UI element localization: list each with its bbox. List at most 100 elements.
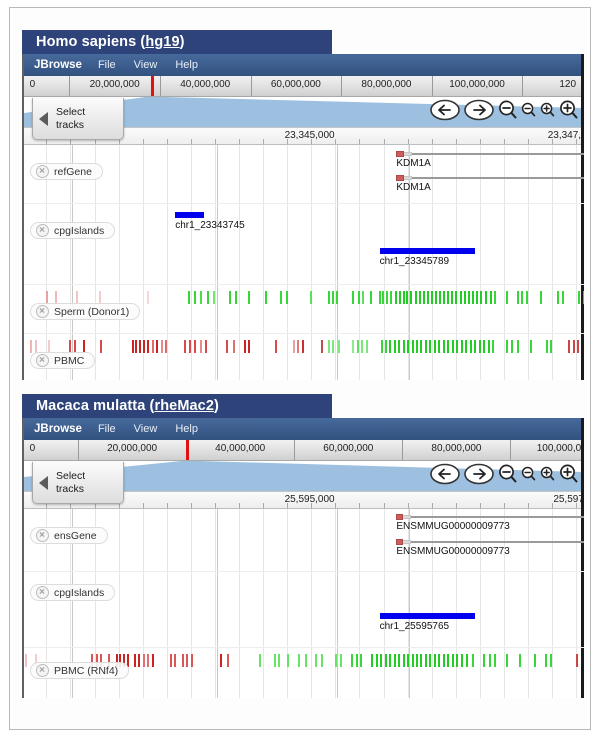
methylation-tick [186, 654, 189, 667]
select-tracks-tab-macaque[interactable]: Select tracks [32, 462, 124, 504]
local-ruler-tick [552, 503, 554, 508]
methylation-tick [456, 654, 459, 667]
gene-feature[interactable] [396, 175, 584, 181]
local-ruler-tick [190, 503, 192, 508]
cpg-island-feature[interactable] [379, 248, 475, 254]
methylation-tick [389, 654, 392, 667]
track-pbmc[interactable]: PBMC [24, 333, 584, 380]
zoom-out-small-icon[interactable] [521, 463, 536, 485]
methylation-tick [337, 340, 340, 353]
genome-overview-ruler-human[interactable]: 0 20,000,000 40,000,000 60,000,000 80,000,00… [24, 76, 584, 97]
close-icon[interactable] [36, 664, 49, 677]
local-ruler-tick [166, 503, 168, 508]
menu-item-file[interactable]: File [98, 59, 116, 71]
zoom-in-small-icon[interactable] [540, 463, 555, 485]
local-ruler-tick [142, 503, 144, 508]
methylation-tick [442, 654, 445, 667]
methylation-tick [578, 291, 581, 304]
jbrowse-logo: JBrowse [34, 423, 82, 435]
select-tracks-line2: tracks [56, 482, 85, 495]
methylation-tick [228, 291, 231, 304]
methylation-tick [100, 340, 103, 353]
zoom-in-large-icon[interactable] [559, 99, 578, 121]
track-label-refgene[interactable]: refGene [30, 163, 103, 180]
close-icon[interactable] [36, 586, 49, 599]
menu-item-file[interactable]: File [98, 423, 116, 435]
track-sperm-donor1[interactable]: Sperm (Donor1) [24, 284, 584, 333]
pan-left-icon[interactable] [430, 99, 460, 121]
methylation-tick [135, 340, 138, 353]
methylation-tick [357, 291, 360, 304]
methylation-tick [505, 654, 508, 667]
zoom-in-small-icon[interactable] [540, 99, 555, 121]
select-tracks-tab-human[interactable]: Select tracks [32, 98, 124, 140]
track-refgene[interactable]: refGene KDM1A KDM1A [24, 145, 584, 203]
gene-feature[interactable] [396, 514, 584, 520]
methylation-tick [416, 654, 418, 667]
methylation-tick [352, 340, 355, 353]
pan-right-icon[interactable] [464, 463, 494, 485]
track-pbmc-rnf4[interactable]: PBMC (RNf4) [24, 647, 584, 698]
close-icon[interactable] [36, 354, 49, 367]
local-ruler-tick [455, 139, 457, 144]
methylation-tick [370, 291, 373, 304]
local-ruler-tick [407, 139, 409, 144]
methylation-tick [259, 654, 262, 667]
panel-title-paren: ) [179, 34, 185, 50]
genome-overview-ruler-macaque[interactable]: 0 20,000,000 40,000,000 60,000,000 80,000,00… [24, 440, 584, 461]
methylation-tick [336, 291, 339, 304]
gene-feature[interactable] [396, 539, 584, 545]
close-icon[interactable] [36, 165, 49, 178]
methylation-tick [188, 340, 191, 353]
track-label-pbmc-rnf4[interactable]: PBMC (RNf4) [30, 662, 130, 679]
collapse-arrow-icon[interactable] [39, 475, 48, 490]
menu-item-view[interactable]: View [134, 423, 158, 435]
track-label-sperm-donor1[interactable]: Sperm (Donor1) [30, 303, 141, 320]
track-label-cpgislands[interactable]: cpgIslands [30, 222, 116, 239]
methylation-tick [360, 654, 362, 667]
local-ruler-tick [239, 503, 241, 508]
overview-tick [341, 76, 343, 96]
track-cpgislands[interactable]: cpgIslands chr1_23343745 chr1_23345789 [24, 203, 584, 284]
zoom-in-large-icon[interactable] [559, 463, 578, 485]
cpg-island-feature[interactable] [175, 212, 205, 218]
methylation-tick [476, 291, 479, 304]
pan-left-icon[interactable] [430, 463, 460, 485]
methylation-tick [424, 654, 427, 667]
jbrowse-browser-macaque: JBrowse File View Help 0 20,000,000 40,000… [22, 418, 584, 698]
zoom-out-large-icon[interactable] [498, 463, 517, 485]
methylation-tick [199, 340, 202, 353]
methylation-tick [416, 340, 418, 353]
track-name-text: cpgIslands [54, 586, 105, 599]
track-ensgene[interactable]: ensGene ENSMMUG00000009773 ENSMMUG000000… [24, 509, 584, 571]
track-container-human: refGene KDM1A KDM1A cpgIslands chr1_2334… [24, 145, 584, 380]
methylation-tick [142, 654, 145, 667]
zoom-out-large-icon[interactable] [498, 99, 517, 121]
gene-feature[interactable] [396, 151, 584, 157]
methylation-tick [264, 291, 267, 304]
close-icon[interactable] [36, 529, 49, 542]
track-label-cpgislands[interactable]: cpgIslands [30, 584, 116, 601]
methylation-tick [315, 654, 318, 667]
local-ruler-tick [528, 503, 529, 508]
overview-tick-label: 40,000,000 [180, 79, 231, 90]
close-icon[interactable] [36, 224, 49, 237]
close-icon[interactable] [36, 305, 49, 318]
methylation-tick [355, 654, 358, 667]
local-ruler-tick [287, 503, 289, 508]
zoom-out-small-icon[interactable] [521, 99, 536, 121]
methylation-tick [483, 654, 486, 667]
menu-item-view[interactable]: View [134, 59, 158, 71]
track-label-pbmc[interactable]: PBMC [30, 352, 96, 369]
pan-right-icon[interactable] [464, 99, 494, 121]
menu-item-help[interactable]: Help [175, 59, 198, 71]
cpg-island-feature[interactable] [379, 613, 475, 619]
gene-exon [396, 151, 405, 157]
gene-exon [396, 175, 405, 181]
menu-item-help[interactable]: Help [175, 423, 198, 435]
collapse-arrow-icon[interactable] [39, 111, 48, 126]
methylation-tick [381, 340, 384, 353]
methylation-tick [398, 291, 401, 304]
track-cpgislands-macaque[interactable]: cpgIslands chr1_25595765 [24, 571, 584, 647]
track-label-ensgene[interactable]: ensGene [30, 527, 108, 544]
